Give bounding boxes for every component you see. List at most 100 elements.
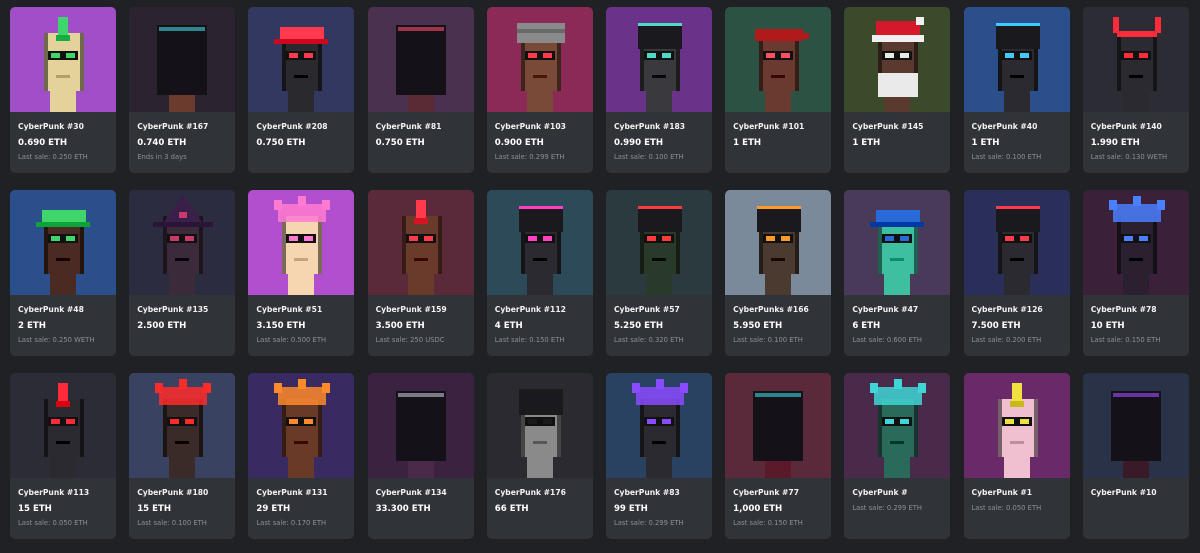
- nft-info: CyberPunk #83 99 ETH Last sale: 0.299 ET…: [606, 478, 712, 527]
- punk-avatar: [605, 7, 712, 112]
- punk-avatar: [1082, 190, 1189, 295]
- nft-info: CyberPunks #166 5.950 ETH Last sale: 0.1…: [725, 295, 831, 344]
- punk-mouth: [651, 75, 666, 78]
- nft-price: 29 ETH: [256, 504, 291, 514]
- nft-image: [1082, 7, 1189, 112]
- nft-sale-info: Last sale: 0.050 ETH: [971, 504, 1042, 512]
- punk-avatar: [129, 373, 236, 478]
- punk-mouth: [1128, 75, 1143, 78]
- punk-head: [639, 399, 680, 457]
- nft-info: CyberPunk #145 1 ETH: [844, 112, 950, 153]
- nft-card-17[interactable]: CyberPunk #47 6 ETH Last sale: 0.600 ETH: [844, 190, 951, 356]
- nft-info: CyberPunk #112 4 ETH Last sale: 0.150 ET…: [487, 295, 593, 344]
- nft-image: [10, 7, 116, 112]
- punk-avatar: [10, 190, 116, 295]
- punk-mouth: [56, 258, 70, 261]
- nft-card-21[interactable]: CyberPunk #180 15 ETH Last sale: 0.100 E…: [129, 373, 236, 539]
- nft-name: CyberPunk #77: [733, 488, 799, 497]
- nft-price: 0.750 ETH: [375, 138, 425, 148]
- nft-card-4[interactable]: CyberPunk #103 0.900 ETH Last sale: 0.29…: [486, 7, 593, 173]
- nft-card-26[interactable]: CyberPunk #77 1,000 ETH Last sale: 0.150…: [725, 373, 832, 539]
- nft-info: CyberPunk #81 0.750 ETH: [368, 112, 474, 153]
- nft-card-18[interactable]: CyberPunk #126 7.500 ETH Last sale: 0.20…: [963, 190, 1070, 356]
- nft-card-22[interactable]: CyberPunk #131 29 ETH Last sale: 0.170 E…: [248, 373, 355, 539]
- nft-card-12[interactable]: CyberPunk #51 3.150 ETH Last sale: 0.500…: [248, 190, 355, 356]
- nft-info: CyberPunk #134 33.300 ETH: [368, 478, 474, 519]
- punk-avatar: [725, 190, 832, 295]
- nft-card-13[interactable]: CyberPunk #159 3.500 ETH Last sale: 250 …: [367, 190, 474, 356]
- nft-info: CyberPunk # Last sale: 0.299 ETH: [844, 478, 950, 512]
- nft-card-1[interactable]: CyberPunk #167 0.740 ETH Ends in 3 days: [129, 7, 236, 173]
- nft-name: CyberPunk #10: [1090, 488, 1157, 497]
- punk-mouth: [413, 258, 428, 261]
- nft-info: CyberPunk #30 0.690 ETH Last sale: 0.250…: [10, 112, 116, 161]
- nft-info: CyberPunk #180 15 ETH Last sale: 0.100 E…: [129, 478, 235, 527]
- punk-mouth: [56, 75, 70, 78]
- nft-info: CyberPunk #77 1,000 ETH Last sale: 0.150…: [725, 478, 831, 527]
- punk-mouth: [294, 75, 309, 78]
- nft-card-8[interactable]: CyberPunk #40 1 ETH Last sale: 0.100 ETH: [963, 7, 1070, 173]
- nft-sale-info: Ends in 3 days: [137, 153, 187, 161]
- nft-sale-info: Last sale: 0.100 ETH: [971, 153, 1042, 161]
- nft-price: 15 ETH: [137, 504, 172, 514]
- nft-price: 5.250 ETH: [613, 321, 664, 331]
- nft-image: [486, 190, 593, 295]
- nft-card-9[interactable]: CyberPunk #140 1.990 ETH Last sale: 0.13…: [1082, 7, 1189, 173]
- punk-head: [282, 216, 323, 274]
- nft-card-29[interactable]: CyberPunk #10: [1082, 373, 1189, 539]
- nft-card-20[interactable]: CyberPunk #113 15 ETH Last sale: 0.050 E…: [10, 373, 116, 539]
- punk-mouth: [294, 441, 309, 444]
- punk-avatar: [248, 7, 355, 112]
- nft-info: CyberPunk #47 6 ETH Last sale: 0.600 ETH: [844, 295, 950, 344]
- nft-image: [963, 373, 1070, 478]
- nft-card-2[interactable]: CyberPunk #208 0.750 ETH: [248, 7, 355, 173]
- punk-avatar: [725, 7, 832, 112]
- punk-avatar: [248, 190, 355, 295]
- nft-name: CyberPunk #135: [137, 305, 209, 314]
- nft-image: [129, 7, 236, 112]
- punk-avatar: [844, 7, 951, 112]
- nft-image: [605, 7, 712, 112]
- nft-card-24[interactable]: CyberPunk #176 66 ETH: [486, 373, 593, 539]
- punk-mouth: [771, 75, 786, 78]
- nft-card-28[interactable]: CyberPunk #1 Last sale: 0.050 ETH: [963, 373, 1070, 539]
- nft-card-14[interactable]: CyberPunk #112 4 ETH Last sale: 0.150 ET…: [486, 190, 593, 356]
- nft-image: [486, 373, 593, 478]
- nft-card-7[interactable]: CyberPunk #145 1 ETH: [844, 7, 951, 173]
- nft-name: CyberPunk #131: [256, 488, 328, 497]
- punk-mouth: [890, 258, 905, 261]
- punk-avatar: [486, 190, 593, 295]
- nft-card-27[interactable]: CyberPunk # Last sale: 0.299 ETH: [844, 373, 951, 539]
- nft-image: [963, 7, 1070, 112]
- nft-image: [367, 373, 474, 478]
- nft-card-11[interactable]: CyberPunk #135 2.500 ETH: [129, 190, 236, 356]
- punk-mouth: [890, 441, 905, 444]
- nft-price: 7.500 ETH: [971, 321, 1021, 331]
- nft-card-15[interactable]: CyberPunk #57 5.250 ETH Last sale: 0.320…: [605, 190, 712, 356]
- nft-image: [1082, 190, 1189, 295]
- punk-mouth: [771, 258, 786, 261]
- nft-card-10[interactable]: CyberPunk #48 2 ETH Last sale: 0.250 WET…: [10, 190, 116, 356]
- nft-info: CyberPunk #10: [1083, 478, 1189, 504]
- nft-card-6[interactable]: CyberPunk #101 1 ETH: [725, 7, 832, 173]
- punk-avatar: [129, 190, 236, 295]
- nft-card-5[interactable]: CyberPunk #183 0.990 ETH Last sale: 0.10…: [605, 7, 712, 173]
- nft-name: CyberPunk #: [852, 488, 908, 497]
- nft-card-25[interactable]: CyberPunk #83 99 ETH Last sale: 0.299 ET…: [605, 373, 712, 539]
- punk-head: [401, 216, 442, 274]
- nft-name: CyberPunks #166: [733, 305, 809, 314]
- nft-price: 0.990 ETH: [613, 138, 664, 148]
- nft-card-0[interactable]: CyberPunk #30 0.690 ETH Last sale: 0.250…: [10, 7, 116, 173]
- nft-name: CyberPunk #145: [852, 122, 924, 131]
- nft-card-19[interactable]: CyberPunk #78 10 ETH Last sale: 0.150 ET…: [1082, 190, 1189, 356]
- nft-card-16[interactable]: CyberPunks #166 5.950 ETH Last sale: 0.1…: [725, 190, 832, 356]
- punk-avatar: [605, 190, 712, 295]
- nft-info: CyberPunk #51 3.150 ETH Last sale: 0.500…: [248, 295, 354, 344]
- nft-name: CyberPunk #159: [375, 305, 447, 314]
- nft-price: 1 ETH: [852, 138, 881, 148]
- nft-price: 0.750 ETH: [256, 138, 306, 148]
- nft-card-3[interactable]: CyberPunk #81 0.750 ETH: [367, 7, 474, 173]
- nft-card-23[interactable]: CyberPunk #134 33.300 ETH: [367, 373, 474, 539]
- punk-head: [44, 33, 84, 91]
- nft-image: [248, 7, 355, 112]
